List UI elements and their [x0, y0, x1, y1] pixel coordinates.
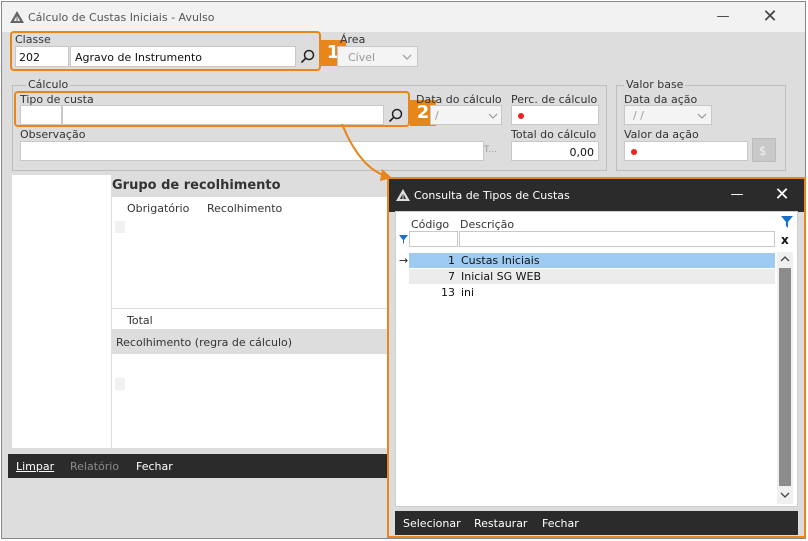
- grupo-grid-body[interactable]: [112, 217, 388, 308]
- main-toolbar: Limpar Relatório Fechar: [8, 454, 392, 478]
- data-acao-field[interactable]: / /: [624, 105, 712, 125]
- currency-icon: $: [759, 144, 767, 157]
- row-descricao: Inicial SG WEB: [461, 270, 542, 283]
- limpar-button[interactable]: Limpar: [16, 460, 54, 473]
- main-titlebar: Cálculo de Custas Iniciais - Avulso — ✕: [2, 2, 805, 32]
- filter-descricao-input[interactable]: [459, 231, 775, 247]
- row-codigo: 13: [441, 286, 455, 299]
- valor-acao-label: Valor da ação: [624, 128, 699, 141]
- selecionar-button[interactable]: Selecionar: [403, 517, 461, 530]
- dialog-close-button[interactable]: ✕: [772, 186, 792, 204]
- filter-icon[interactable]: [781, 216, 793, 229]
- regra-grid-header: [112, 354, 388, 375]
- dialog-title: Consulta de Tipos de Custas: [414, 189, 570, 202]
- vertical-scrollbar[interactable]: [777, 252, 793, 504]
- regra-grid-body[interactable]: [112, 374, 388, 448]
- grupo-col-recolhimento[interactable]: Recolhimento: [207, 202, 282, 215]
- regra-calculo-label: Recolhimento (regra de cálculo): [116, 336, 293, 349]
- col-descricao[interactable]: Descrição: [460, 218, 514, 231]
- chevron-down-icon: [488, 113, 498, 119]
- current-row-arrow-icon: →: [399, 254, 409, 267]
- required-indicator-icon: [518, 113, 524, 119]
- perc-calculo-field[interactable]: [511, 105, 599, 125]
- grupo-total-row: Total: [112, 309, 388, 329]
- col-codigo[interactable]: Código: [411, 218, 449, 231]
- data-calculo-value: /: [435, 109, 439, 122]
- observacao-label: Observação: [20, 128, 86, 141]
- data-acao-value: / /: [633, 109, 644, 122]
- dialog-toolbar: Selecionar Restaurar Fechar: [395, 511, 798, 535]
- grupo-total-label: Total: [127, 314, 153, 327]
- grupo-col-obrigatorio[interactable]: Obrigatório: [127, 202, 189, 215]
- data-calculo-field[interactable]: /: [430, 105, 502, 125]
- dialog-titlebar: Consulta de Tipos de Custas — ✕: [389, 179, 804, 212]
- total-calculo-field: 0,00: [511, 141, 599, 161]
- valor-base-group-label: Valor base: [624, 78, 686, 91]
- row-codigo: 1: [448, 254, 455, 267]
- clear-filter-icon[interactable]: x: [781, 233, 789, 247]
- row-codigo: 7: [448, 270, 455, 283]
- calculo-group-label: Cálculo: [26, 78, 71, 91]
- dialog-minimize-button[interactable]: —: [727, 186, 747, 204]
- area-label: Área: [340, 33, 366, 46]
- table-row[interactable]: 7 Inicial SG WEB: [409, 269, 775, 284]
- chevron-down-icon: [697, 113, 707, 119]
- row-descricao: ini: [461, 286, 475, 299]
- main-window-title: Cálculo de Custas Iniciais - Avulso: [28, 11, 215, 24]
- row-descricao: Custas Iniciais: [461, 254, 540, 267]
- consulta-dialog: Consulta de Tipos de Custas — ✕ Código D…: [387, 177, 806, 538]
- classe-callout-frame: [10, 31, 321, 71]
- required-indicator-icon: [631, 149, 637, 155]
- close-button[interactable]: ✕: [760, 8, 780, 26]
- tipos-custas-grid: Código Descrição x → 1 Custas Iniciais 7…: [395, 211, 798, 507]
- grupo-title: Grupo de recolhimento: [112, 178, 281, 193]
- filter-codigo-input[interactable]: [409, 231, 458, 247]
- scroll-up-icon[interactable]: [780, 255, 790, 263]
- scrollbar-thumb[interactable]: [779, 268, 791, 486]
- total-calculo-value: 0,00: [569, 146, 595, 159]
- grupo-grid-header: Obrigatório Recolhimento: [112, 197, 388, 217]
- area-select[interactable]: Cível: [337, 46, 418, 67]
- left-panel: [12, 175, 111, 448]
- valor-acao-field[interactable]: [624, 141, 748, 161]
- dialog-fechar-button[interactable]: Fechar: [542, 517, 579, 530]
- calculator-button[interactable]: $: [752, 138, 776, 162]
- observacao-suffix: T...: [484, 145, 498, 155]
- table-row[interactable]: 13 ini: [409, 285, 775, 300]
- app-logo-icon: [10, 11, 24, 23]
- restaurar-button[interactable]: Restaurar: [474, 517, 527, 530]
- fechar-button[interactable]: Fechar: [136, 460, 173, 473]
- table-row[interactable]: 1 Custas Iniciais: [409, 253, 775, 268]
- svg-text:$: $: [759, 144, 767, 157]
- observacao-field[interactable]: [20, 141, 484, 161]
- scroll-down-icon[interactable]: [780, 491, 790, 499]
- app-logo-icon: [396, 189, 410, 201]
- relatorio-button[interactable]: Relatório: [70, 460, 119, 473]
- chevron-down-icon: [402, 54, 412, 60]
- area-value: Cível: [348, 51, 376, 64]
- total-calculo-label: Total do cálculo: [511, 128, 597, 141]
- minimize-button[interactable]: —: [713, 8, 733, 26]
- filter-row-icon: [399, 235, 408, 244]
